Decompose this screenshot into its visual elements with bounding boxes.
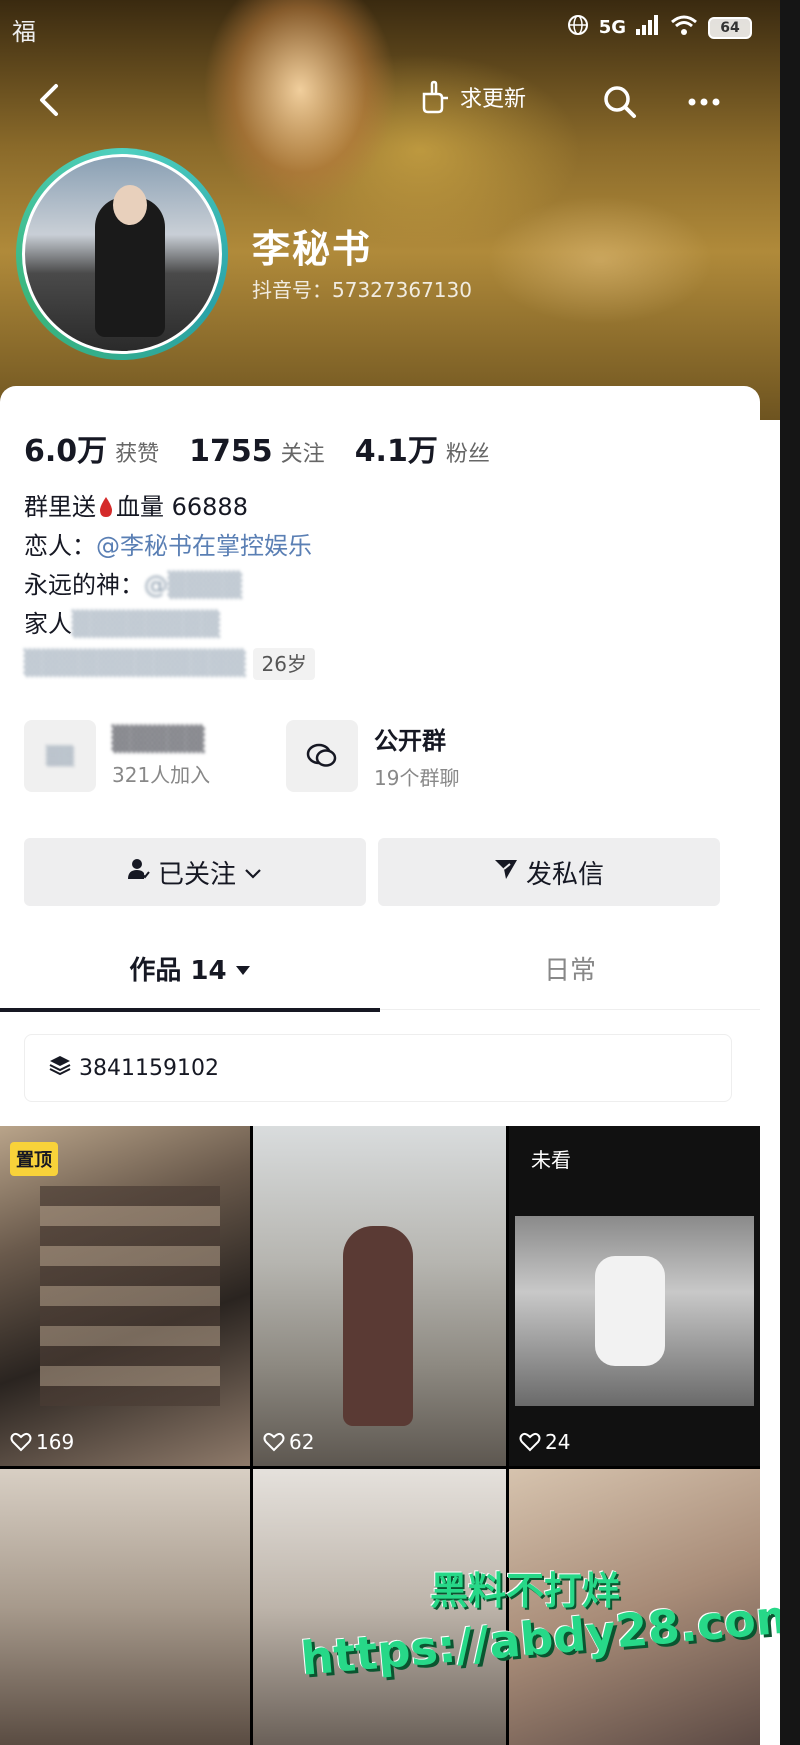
request-update-label: 求更新 [460,87,527,112]
bio-line: 恋人：@李秘书在掌控娱乐 [24,527,744,566]
send-message-button[interactable]: 发私信 [378,838,720,906]
video-thumbnail[interactable]: 62 [253,1126,506,1466]
bio-line: 家人▒▒▒▒▒▒▒▒ [24,605,744,644]
heart-icon [10,1432,32,1452]
tab-daily-label: 日常 [543,955,596,986]
send-icon [494,857,518,887]
bio-text: 永远的神： [24,571,144,599]
avatar[interactable] [16,148,228,360]
group-thumbnail: ▒▒ [24,720,96,792]
stat-following[interactable]: 1755 关注 [189,434,325,469]
stats-row: 6.0万 获赞 1755 关注 4.1万 粉丝 [24,426,490,470]
network-type: 5G [598,17,626,38]
pinned-badge: 置顶 [10,1142,58,1176]
like-count: 169 [10,1430,74,1454]
group-count: 19个群聊 [374,766,460,790]
like-count: 62 [263,1430,314,1454]
chevron-left-icon [40,84,58,116]
group-title: ▒▒▒▒▒ [112,724,205,753]
bio-line: ▒▒▒▒▒▒▒▒▒▒▒▒ 26岁 [24,644,744,683]
avatar-photo [22,154,222,354]
group-title: 公开群 [374,727,446,755]
top-nav: 求更新 [0,72,780,132]
request-update-button[interactable]: 求更新 [418,80,526,114]
group-section: ▒▒ ▒▒▒▒▒ 321人加入 公开群 19个群聊 [24,716,744,796]
profile-name: 李秘书 [252,227,373,271]
bio-text: 恋人： [24,532,96,560]
bio-line: 群里送 血量 66888 [24,488,744,527]
globe-icon [567,14,589,41]
stat-likes[interactable]: 6.0万 获赞 [24,426,159,470]
stat-number: 1755 [189,434,273,469]
blurred-text: ▒▒▒▒▒▒▒▒ [72,610,220,638]
stat-number: 4.1万 [354,434,438,469]
stat-number: 6.0万 [24,434,108,469]
send-message-label: 发私信 [525,859,604,890]
stat-followers[interactable]: 4.1万 粉丝 [355,426,490,470]
status-carrier: 福 [12,18,36,46]
tab-works[interactable]: 作品 14 [0,926,380,1012]
heart-icon [519,1432,541,1452]
search-button[interactable] [598,80,642,124]
profile-banner: 福 5G 64 求更新 李秘书 抖音号：57327367130 [0,0,780,420]
group-members: 321人加入 [112,762,211,787]
hand-point-icon [418,80,452,114]
wifi-icon [670,14,698,41]
public-group[interactable]: 公开群 19个群聊 [286,716,459,796]
unwatched-label: 未看 [531,1148,571,1172]
content-tabs: 作品 14 日常 [0,926,760,1012]
bio-line: 永远的神：@▒▒▒▒ [24,566,744,605]
watermark: 黑料不打烊 https://abdy28.com [299,1560,780,1740]
video-thumbnail[interactable]: 置顶 169 [0,1126,250,1466]
profile-screen: 福 5G 64 求更新 李秘书 抖音号：57327367130 6.0万 获赞 … [0,0,780,1745]
age-tag: 26岁 [253,648,315,680]
followed-button[interactable]: 已关注 [24,838,366,906]
signal-icon [636,15,660,40]
heart-icon [263,1432,285,1452]
bio-text: 血量 66888 [116,493,248,521]
screen-edge [780,0,800,1745]
video-thumbnail[interactable] [0,1469,250,1745]
mention-link[interactable]: @李秘书在掌控娱乐 [96,532,312,560]
stat-label: 粉丝 [445,442,490,467]
active-tab-indicator [0,1008,380,1012]
fan-group[interactable]: ▒▒ ▒▒▒▒▒ 321人加入 [24,716,210,796]
chevron-down-icon [244,857,262,887]
blood-drop-icon [98,491,114,517]
profile-card: 6.0万 获赞 1755 关注 4.1万 粉丝 群里送 血量 66888 恋人：@… [0,386,760,1126]
user-icon [127,857,150,887]
bio-text: 家人 [24,610,72,638]
search-icon [604,86,636,118]
collection-bar[interactable]: 3841159102 [24,1034,732,1102]
collection-id: 3841159102 [79,1055,219,1081]
like-count: 24 [519,1430,570,1454]
back-button[interactable] [30,78,74,122]
tab-daily[interactable]: 日常 [380,926,760,1010]
battery-indicator: 64 [708,16,752,39]
blurred-mention[interactable]: @▒▒▒▒ [144,571,242,599]
blurred-text: ▒▒▒▒▒▒▒▒▒▒▒▒ [24,649,246,677]
douyin-id[interactable]: 抖音号：57327367130 [252,274,472,303]
bio-text: 群里送 [24,493,96,521]
chat-bubble-icon [286,720,358,792]
more-dots-icon [688,98,720,106]
layers-icon [49,1054,71,1082]
action-buttons: 已关注 发私信 [24,838,720,906]
status-bar: 福 5G 64 [0,0,780,60]
caret-down-icon [235,953,251,983]
tab-works-label: 作品 14 [129,955,227,986]
stat-label: 关注 [280,442,325,467]
video-thumbnail[interactable]: 未看 24 [509,1126,760,1466]
followed-label: 已关注 [157,859,236,890]
stat-label: 获赞 [115,442,160,467]
more-button[interactable] [682,80,726,124]
profile-bio: 群里送 血量 66888 恋人：@李秘书在掌控娱乐 永远的神：@▒▒▒▒ 家人▒▒… [24,488,744,683]
